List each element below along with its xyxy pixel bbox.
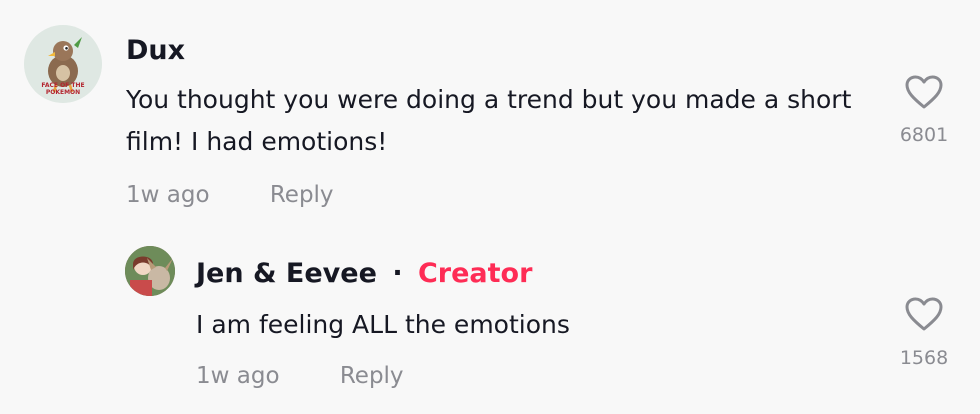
comment-text: You thought you were doing a trend but y… xyxy=(126,85,852,156)
comment-meta: 1w ago Reply xyxy=(126,182,334,208)
avatar-caption: FACE OF THE POKEMON xyxy=(41,82,85,96)
reply-text: I am feeling ALL the emotions xyxy=(196,310,570,339)
creator-badge: Creator xyxy=(417,258,533,289)
reply-time: 1w ago xyxy=(196,363,280,389)
reply-button[interactable]: Reply xyxy=(270,182,334,208)
comment-time: 1w ago xyxy=(126,182,210,208)
reply-button[interactable]: Reply xyxy=(340,363,404,389)
like-count: 1568 xyxy=(899,347,949,369)
heart-outline-icon[interactable] xyxy=(904,296,944,332)
reply-meta: 1w ago Reply xyxy=(196,363,404,389)
person-photo-avatar-icon xyxy=(125,246,175,296)
avatar[interactable] xyxy=(125,246,175,296)
heart-outline-icon[interactable] xyxy=(904,74,944,110)
separator-dot: · xyxy=(392,258,403,289)
author-name[interactable]: Jen & Eevee xyxy=(196,258,377,289)
reply-author-line: Jen & Eevee · Creator xyxy=(196,258,532,289)
comment-author[interactable]: Dux xyxy=(126,35,185,66)
like-count: 6801 xyxy=(899,124,949,146)
author-name[interactable]: Dux xyxy=(126,35,185,66)
avatar[interactable]: FACE OF THE POKEMON xyxy=(24,25,102,103)
